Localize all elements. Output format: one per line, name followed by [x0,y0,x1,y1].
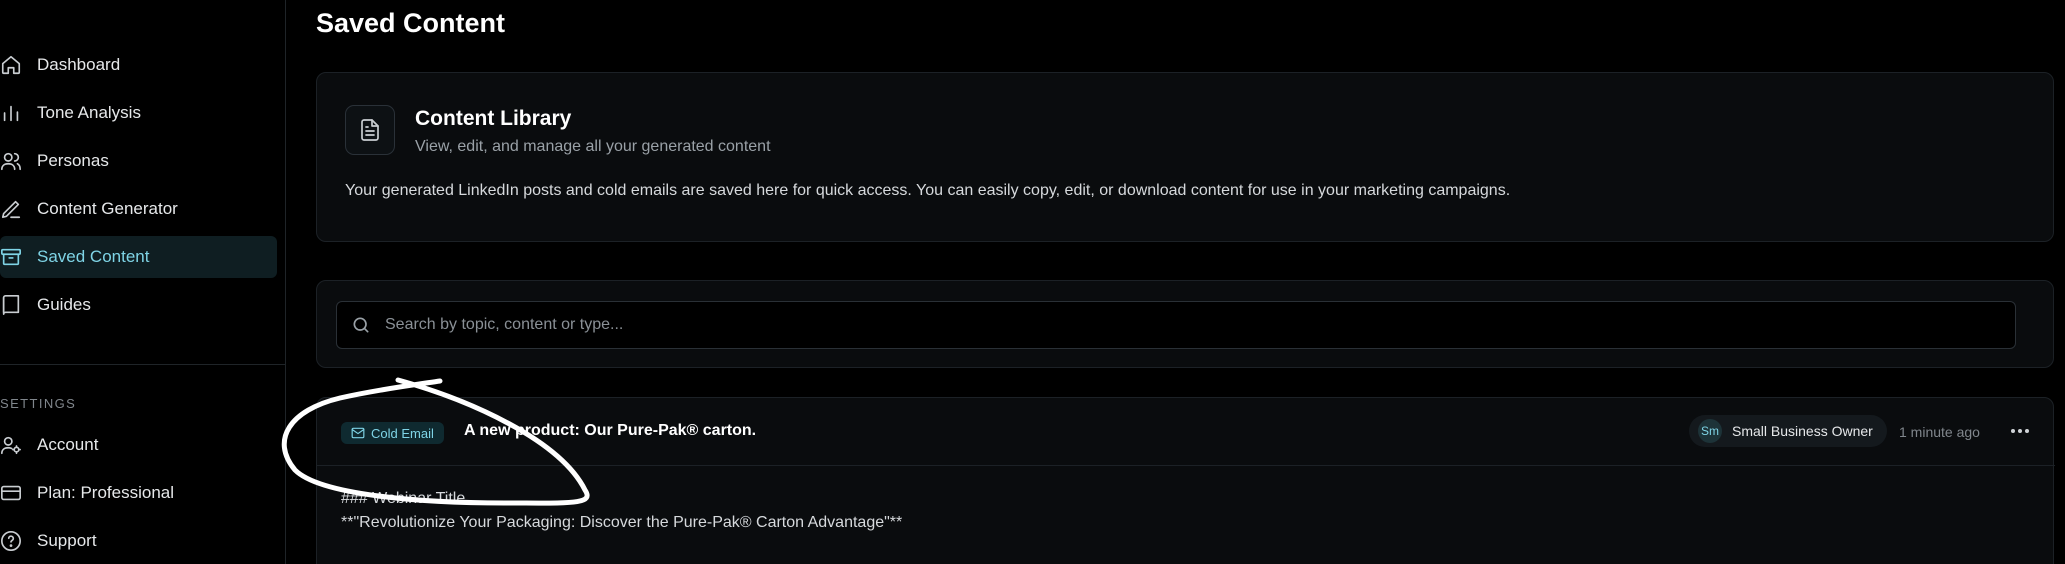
sidebar-item-label: Guides [37,295,91,314]
search-icon [351,315,371,335]
sidebar-item-account[interactable]: Account [0,424,277,466]
sidebar-item-plan[interactable]: Plan: Professional [0,472,277,514]
pen-icon [0,198,22,220]
sidebar-divider [0,364,286,365]
saved-content-item[interactable]: Cold Email A new product: Our Pure-Pak® … [316,397,2055,564]
dot [2011,429,2015,433]
persona-label: Small Business Owner [1732,423,1873,439]
sidebar-item-label: Dashboard [37,55,121,74]
item-header: Cold Email A new product: Our Pure-Pak® … [317,398,2055,466]
book-icon [0,294,22,316]
sidebar-item-content-generator[interactable]: Content Generator [0,188,277,230]
sidebar-item-personas[interactable]: Personas [0,140,277,182]
avatar: Sm [1698,419,1722,443]
more-options-button[interactable] [2005,418,2035,444]
item-preview-line: ### Webinar Title [341,490,466,507]
mail-icon [351,426,365,440]
user-gear-icon [0,434,22,456]
credit-card-icon [0,482,22,504]
sidebar-item-label: Content Generator [37,199,178,218]
sidebar-item-support[interactable]: Support [0,520,277,562]
users-icon [0,150,22,172]
sidebar-item-dashboard[interactable]: Dashboard [0,44,277,86]
sidebar-item-label: Saved Content [37,247,150,266]
dot [2025,429,2029,433]
sidebar-item-guides[interactable]: Guides [0,284,277,326]
sidebar-item-label: Support [37,531,97,550]
home-icon [0,54,22,76]
bar-chart-icon [0,102,22,124]
dot [2018,429,2022,433]
sidebar-item-tone-analysis[interactable]: Tone Analysis [0,92,277,134]
search-card [316,280,2054,368]
sidebar-item-label: Account [37,435,99,454]
timestamp: 1 minute ago [1899,424,1980,440]
content-type-badge: Cold Email [341,422,444,444]
document-icon [345,105,395,155]
item-preview-line: **"Revolutionize Your Packaging: Discove… [341,514,903,531]
help-circle-icon [0,530,22,552]
content-library-card: Content Library View, edit, and manage a… [316,72,2054,242]
page-title: Saved Content [316,8,506,38]
sidebar: Dashboard Tone Analysis Personas Content… [0,0,286,564]
sidebar-item-label: Personas [37,151,109,170]
search-box[interactable] [336,301,2016,349]
sidebar-item-label: Plan: Professional [37,483,175,502]
library-subtitle: View, edit, and manage all your generate… [415,138,771,155]
app-root: Dashboard Tone Analysis Personas Content… [0,0,2065,564]
library-title: Content Library [415,107,572,130]
archive-icon [0,246,22,268]
sidebar-item-saved-content[interactable]: Saved Content [0,236,277,278]
settings-heading: SETTINGS [0,396,77,411]
persona-badge: Sm Small Business Owner [1689,415,1887,447]
content-type-label: Cold Email [371,425,434,441]
item-title[interactable]: A new product: Our Pure-Pak® carton. [464,422,756,440]
search-input[interactable] [385,316,2015,334]
sidebar-item-label: Tone Analysis [37,103,141,122]
library-description: Your generated LinkedIn posts and cold e… [345,182,1511,199]
